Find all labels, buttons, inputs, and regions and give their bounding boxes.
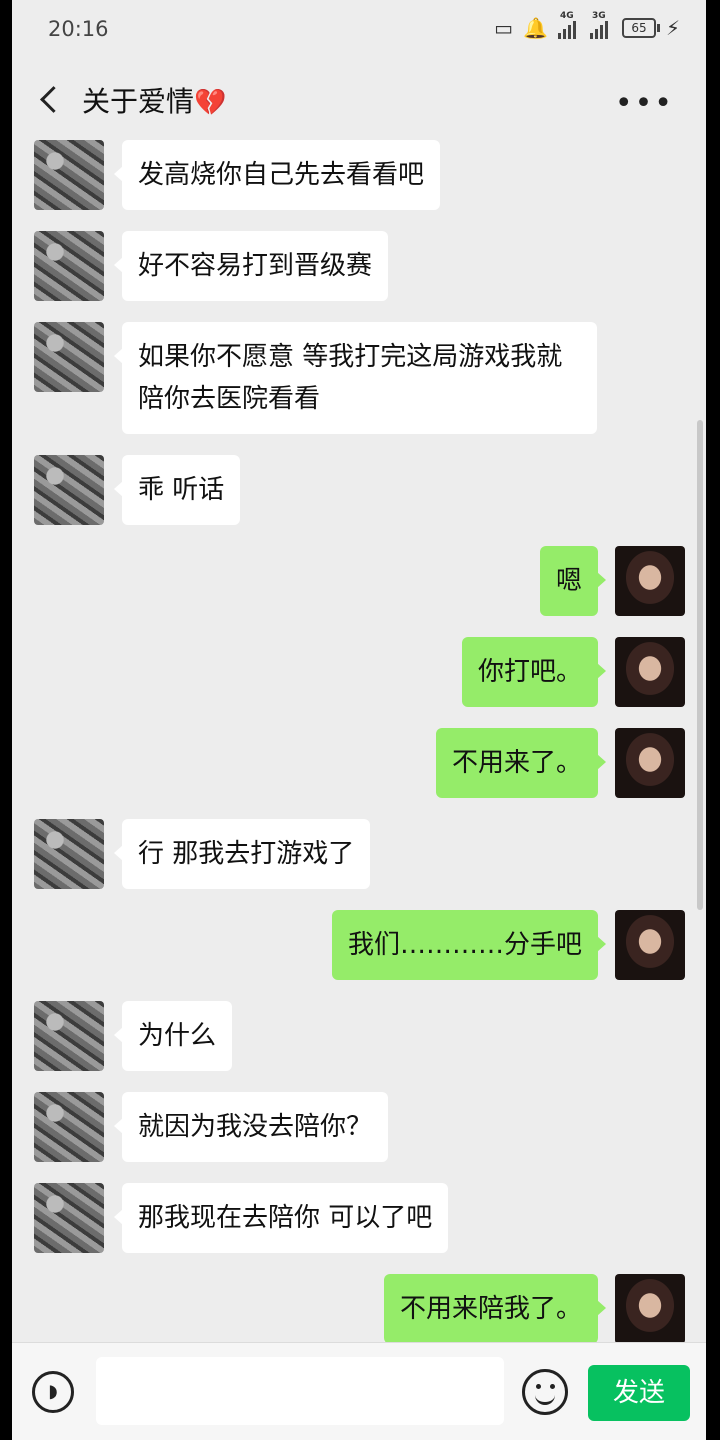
message-bubble[interactable]: 行 那我去打游戏了 (113, 819, 371, 889)
message-bubble[interactable]: 不用来了。 (435, 728, 607, 798)
contact-avatar[interactable] (34, 1183, 104, 1253)
user-avatar[interactable] (615, 1274, 685, 1342)
battery-icon: 65 (621, 18, 660, 38)
bell-icon: 🔔 (523, 16, 548, 40)
message-input[interactable] (96, 1357, 504, 1425)
user-avatar[interactable] (615, 910, 685, 980)
contact-avatar[interactable] (34, 1092, 104, 1162)
chat-screen: 20:16 ▭ 🔔 4G 3G 65 ⚡ 关于爱情💔 ••• 发高烧你自己先去看… (12, 0, 706, 1440)
back-arrow-icon[interactable] (34, 82, 64, 118)
emoji-icon[interactable] (522, 1369, 568, 1415)
send-button[interactable]: 发送 (588, 1365, 690, 1421)
network-type-2: 3G (591, 11, 606, 21)
message-bubble[interactable]: 发高烧你自己先去看看吧 (113, 140, 441, 210)
contact-avatar[interactable] (34, 231, 104, 301)
signal-3g-icon: 3G (589, 11, 612, 39)
voice-input-icon[interactable]: ◗ (32, 1371, 74, 1413)
message-bubble[interactable]: 嗯 (539, 546, 607, 616)
message-bubble[interactable]: 你打吧。 (461, 637, 607, 707)
user-avatar[interactable] (615, 546, 685, 616)
message-bubble[interactable]: 为什么 (113, 1001, 233, 1071)
status-bar: 20:16 ▭ 🔔 4G 3G 65 ⚡ (12, 0, 706, 60)
message-bubble[interactable]: 我们…………分手吧 (331, 910, 607, 980)
network-type-1: 4G (559, 11, 574, 21)
status-time: 20:16 (48, 17, 109, 41)
user-avatar[interactable] (615, 728, 685, 798)
cast-icon: ▭ (494, 16, 514, 40)
message-bubble[interactable]: 好不容易打到晋级赛 (113, 231, 389, 301)
message-scrollbar[interactable] (697, 420, 703, 910)
status-icons: ▭ 🔔 4G 3G 65 ⚡ (494, 11, 680, 40)
message-list[interactable]: 发高烧你自己先去看看吧 好不容易打到晋级赛 如果你不愿意 等我打完这局游戏我就陪… (12, 140, 706, 1342)
contact-avatar[interactable] (34, 140, 104, 210)
message-bubble[interactable]: 就因为我没去陪你？ (113, 1092, 389, 1162)
user-avatar[interactable] (615, 637, 685, 707)
contact-avatar[interactable] (34, 819, 104, 889)
chat-title: 关于爱情💔 (82, 80, 226, 120)
contact-avatar[interactable] (34, 1001, 104, 1071)
chat-title-text: 关于爱情 (82, 85, 195, 118)
contact-avatar[interactable] (34, 322, 104, 392)
message-bubble[interactable]: 如果你不愿意 等我打完这局游戏我就陪你去医院看看 (114, 322, 597, 434)
signal-4g-icon: 4G (557, 11, 580, 39)
broken-heart-icon: 💔 (194, 88, 227, 118)
input-bar: ◗ 发送 (12, 1342, 706, 1440)
more-options-icon[interactable]: ••• (615, 86, 674, 121)
title-bar: 关于爱情💔 ••• (12, 60, 706, 140)
message-bubble[interactable]: 乖 听话 (113, 455, 241, 525)
charging-icon: ⚡ (665, 16, 680, 40)
contact-avatar[interactable] (34, 455, 104, 525)
message-bubble[interactable]: 那我现在去陪你 可以了吧 (113, 1183, 449, 1253)
message-bubble[interactable]: 不用来陪我了。 (383, 1274, 607, 1342)
